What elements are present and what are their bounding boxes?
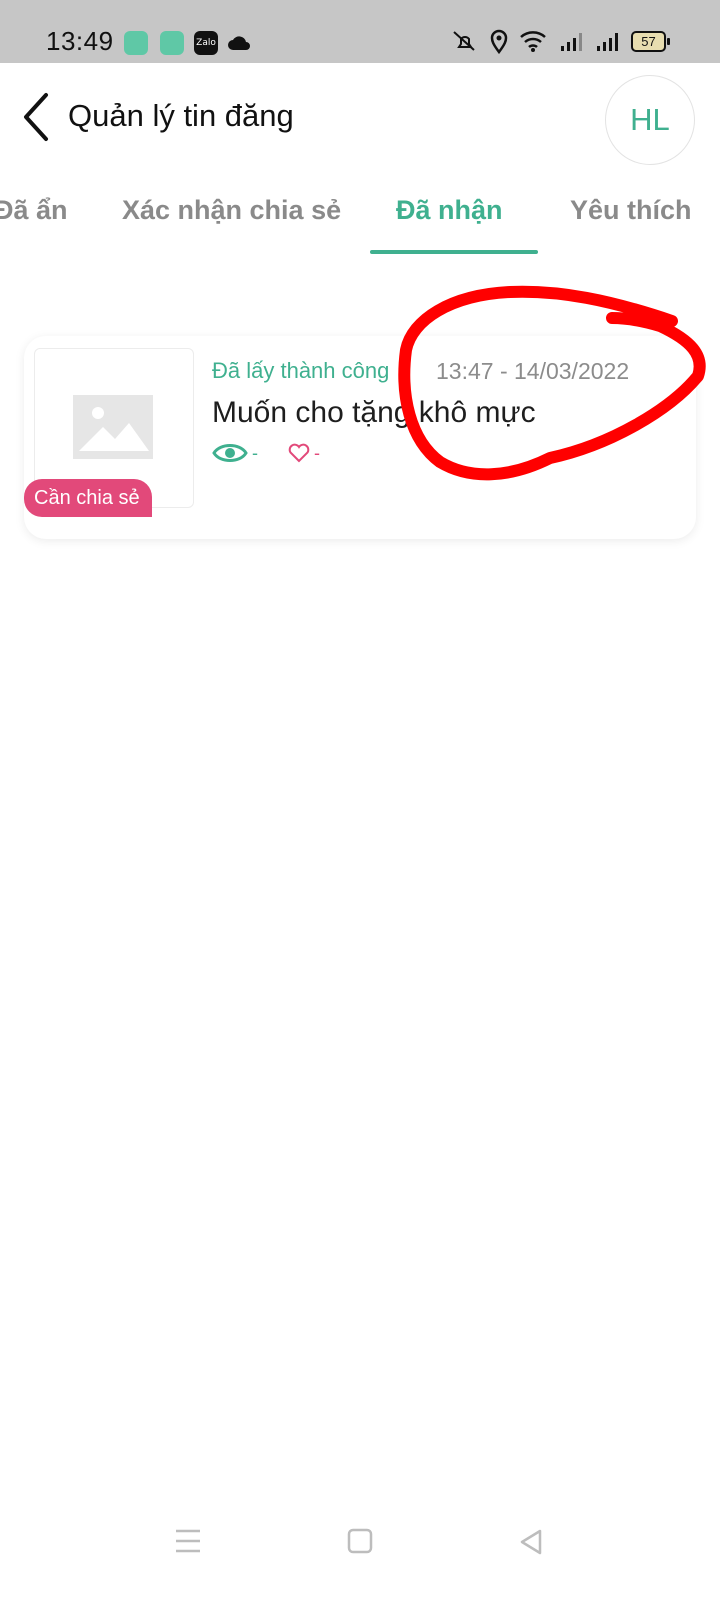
need-share-badge: Cần chia sẻ bbox=[24, 479, 152, 517]
battery-icon: 57 bbox=[631, 30, 670, 52]
tab-bar: Đã ẩn Xác nhận chia sẻ Đã nhận Yêu thích bbox=[0, 173, 720, 255]
views-count: - bbox=[252, 442, 258, 463]
signal-icon bbox=[561, 33, 582, 51]
tab-received[interactable]: Đã nhận bbox=[396, 195, 503, 226]
zalo-icon: Zalo bbox=[194, 31, 218, 55]
tab-hidden[interactable]: Đã ẩn bbox=[0, 195, 68, 226]
back-nav-icon[interactable] bbox=[518, 1528, 544, 1556]
back-button[interactable] bbox=[18, 91, 58, 143]
tab-favorites[interactable]: Yêu thích bbox=[570, 195, 692, 226]
signal-icon-2 bbox=[597, 33, 618, 51]
mute-icon bbox=[453, 31, 475, 51]
post-title: Muốn cho tặng khô mực bbox=[212, 396, 536, 429]
app-icon-2 bbox=[160, 31, 184, 55]
likes-count: - bbox=[314, 442, 320, 463]
status-icons: 57 bbox=[449, 28, 670, 54]
tab-share-confirm[interactable]: Xác nhận chia sẻ bbox=[122, 195, 341, 226]
cloud-icon bbox=[228, 36, 250, 50]
page-title: Quản lý tin đăng bbox=[68, 98, 294, 133]
system-nav-bar bbox=[0, 1500, 720, 1600]
status-bar: 13:49 Zalo 57 bbox=[0, 0, 720, 63]
tab-active-indicator bbox=[370, 250, 538, 254]
app-header: Quản lý tin đăng HL bbox=[0, 63, 720, 173]
avatar[interactable]: HL bbox=[605, 75, 695, 165]
post-stats: - - bbox=[212, 441, 320, 465]
image-placeholder-icon bbox=[73, 395, 153, 459]
post-card[interactable]: Cần chia sẻ Đã lấy thành công 13:47 - 14… bbox=[24, 336, 696, 539]
eye-icon bbox=[212, 444, 248, 462]
heart-icon bbox=[288, 443, 310, 463]
post-status: Đã lấy thành công bbox=[212, 358, 390, 383]
menu-icon[interactable] bbox=[174, 1528, 202, 1554]
wifi-icon bbox=[520, 31, 546, 52]
home-icon[interactable] bbox=[347, 1528, 373, 1554]
post-timestamp: 13:47 - 14/03/2022 bbox=[436, 358, 630, 384]
status-time: 13:49 bbox=[46, 26, 114, 56]
location-icon bbox=[490, 29, 508, 54]
app-icon bbox=[124, 31, 148, 55]
